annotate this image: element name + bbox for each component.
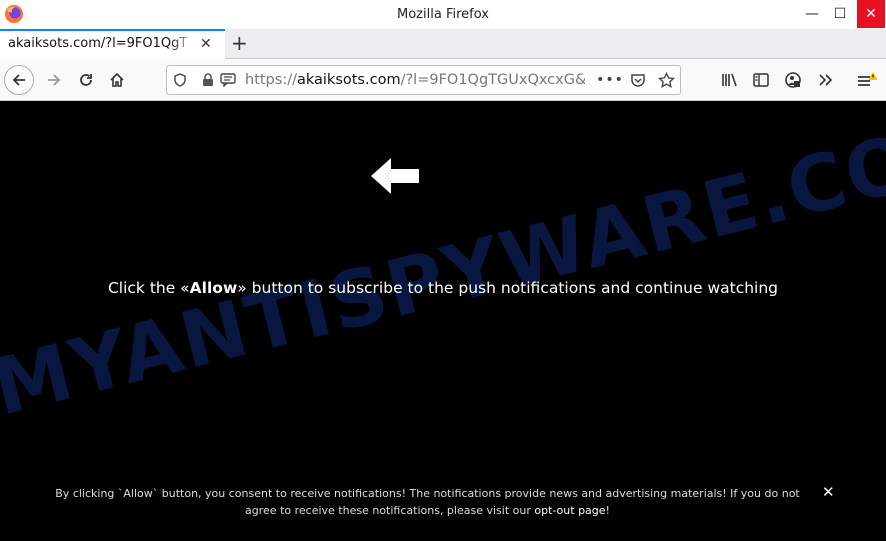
tab-title-fade (170, 33, 196, 57)
home-icon (110, 72, 124, 87)
menu-button[interactable] (853, 66, 881, 94)
window-title: Mozilla Firefox (397, 7, 489, 22)
library-button[interactable] (716, 66, 744, 94)
back-arrow-icon (12, 74, 25, 86)
close-window-button[interactable]: ✕ (857, 0, 885, 28)
account-button[interactable] (779, 66, 807, 94)
sidebar-icon (753, 73, 769, 87)
url-bar[interactable]: https://akaiksots.com/?l=9FO1QgTGUxQxcxG… (166, 65, 681, 95)
tracking-protection-icon[interactable] (171, 71, 189, 89)
page-content: MYANTISPYWARE.COM Click the «Allow» butt… (0, 101, 886, 541)
reload-button[interactable] (72, 66, 100, 94)
permissions-icon[interactable] (219, 71, 237, 89)
reload-icon (80, 74, 92, 86)
minimize-button[interactable]: — (798, 0, 826, 28)
sidebar-button[interactable] (747, 66, 775, 94)
pocket-icon[interactable] (629, 71, 647, 89)
page-actions-icon[interactable]: ••• (596, 71, 623, 89)
window-titlebar: Mozilla Firefox — ☐ ✕ (0, 0, 886, 29)
overflow-icon (819, 74, 833, 86)
forward-button[interactable] (40, 66, 68, 94)
allow-keyword: Allow (189, 279, 238, 297)
forward-arrow-icon (48, 74, 61, 86)
bookmark-star-icon[interactable] (657, 71, 675, 89)
home-button[interactable] (103, 66, 131, 94)
url-text[interactable]: https://akaiksots.com/?l=9FO1QgTGUxQxcxG… (245, 72, 585, 88)
opt-out-link[interactable]: opt-out page (534, 504, 605, 517)
url-scheme: https:// (245, 72, 297, 88)
navigation-toolbar: https://akaiksots.com/?l=9FO1QgTGUxQxcxG… (0, 59, 886, 101)
tab-close-icon[interactable]: ✕ (200, 36, 212, 52)
consent-notice: By clicking `Allow` button, you consent … (55, 487, 800, 517)
library-icon (722, 73, 737, 87)
menu-icon (858, 72, 878, 86)
url-host: akaiksots.com (296, 72, 401, 88)
maximize-button[interactable]: ☐ (826, 0, 854, 28)
overflow-button[interactable] (811, 66, 839, 94)
tab-title: akaiksots.com/?l=9FO1QgT (8, 36, 188, 51)
notice-close-icon[interactable]: ✕ (822, 483, 835, 501)
tab-active[interactable]: akaiksots.com/?l=9FO1QgT ✕ (0, 29, 225, 59)
url-path: /?l=9FO1QgTGUxQxcxG&s= (400, 72, 585, 88)
new-tab-button[interactable]: + (231, 32, 248, 54)
watermark: MYANTISPYWARE.COM (0, 101, 886, 434)
lock-icon[interactable] (199, 71, 217, 89)
allow-prompt-message: Click the «Allow» button to subscribe to… (107, 279, 779, 297)
tab-strip: akaiksots.com/?l=9FO1QgT ✕ + (0, 29, 886, 59)
account-icon (785, 72, 801, 88)
left-arrow-icon (371, 158, 419, 194)
back-button[interactable] (4, 65, 34, 95)
